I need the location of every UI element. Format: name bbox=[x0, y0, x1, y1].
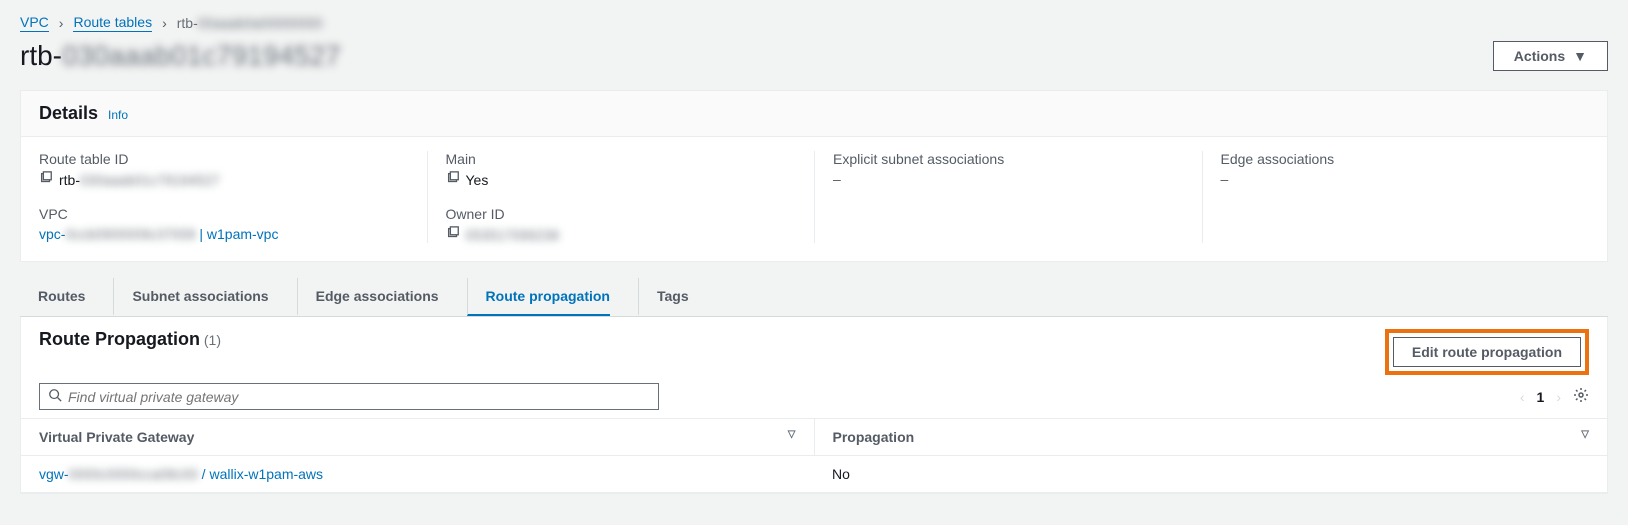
col-vgw-label: Virtual Private Gateway bbox=[39, 429, 194, 445]
vpc-label: VPC bbox=[39, 206, 427, 222]
main-label: Main bbox=[446, 151, 815, 167]
breadcrumb-vpc[interactable]: VPC bbox=[20, 14, 49, 32]
explicit-subnet-value: – bbox=[833, 171, 841, 187]
breadcrumb-current-prefix: rtb- bbox=[177, 15, 198, 31]
edit-route-propagation-button[interactable]: Edit route propagation bbox=[1393, 337, 1581, 367]
breadcrumb-current: rtb-00aaab0a00000000 bbox=[177, 15, 323, 31]
vgw-prefix: vgw- bbox=[39, 466, 69, 482]
tab-edge-associations[interactable]: Edge associations bbox=[297, 278, 439, 316]
tab-tags[interactable]: Tags bbox=[638, 278, 689, 316]
copy-icon[interactable] bbox=[446, 226, 460, 243]
details-col-1: Route table ID rtb-030aaab01c79194527 VP… bbox=[39, 151, 427, 243]
route-propagation-count: (1) bbox=[204, 332, 221, 348]
search-box[interactable] bbox=[39, 383, 659, 410]
tab-subnet-associations[interactable]: Subnet associations bbox=[113, 278, 268, 316]
route-table-id-label: Route table ID bbox=[39, 151, 427, 167]
breadcrumb: VPC › Route tables › rtb-00aaab0a0000000… bbox=[20, 14, 1608, 32]
sort-icon: ▽ bbox=[1581, 429, 1589, 440]
vpc-hidden: 0ccb0900009c37008 bbox=[65, 226, 195, 242]
pager-current: 1 bbox=[1537, 389, 1545, 405]
title-row: rtb-030aaab01c79194527 Actions ▼ bbox=[20, 40, 1608, 72]
breadcrumb-route-tables[interactable]: Route tables bbox=[73, 14, 152, 32]
route-propagation-panel: Route Propagation (1) Edit route propaga… bbox=[20, 317, 1608, 494]
vpc-prefix: vpc- bbox=[39, 226, 65, 242]
details-panel: Details Info Route table ID rtb-030aaab0… bbox=[20, 90, 1608, 262]
col-virtual-private-gateway[interactable]: Virtual Private Gateway ▽ bbox=[21, 419, 814, 456]
route-table-id-hidden: 030aaab01c79194527 bbox=[80, 172, 219, 188]
copy-icon[interactable] bbox=[39, 171, 53, 188]
chevron-right-icon: › bbox=[59, 15, 64, 31]
settings-button[interactable] bbox=[1573, 387, 1589, 406]
pager-next[interactable]: › bbox=[1556, 389, 1561, 405]
search-input[interactable] bbox=[68, 389, 650, 405]
page-title-hidden: 030aaab01c79194527 bbox=[62, 40, 341, 72]
edge-assoc-label: Edge associations bbox=[1221, 151, 1590, 167]
page-title: rtb-030aaab01c79194527 bbox=[20, 40, 341, 72]
route-propagation-title: Route Propagation bbox=[39, 329, 200, 349]
actions-button[interactable]: Actions ▼ bbox=[1493, 41, 1608, 71]
details-grid: Route table ID rtb-030aaab01c79194527 VP… bbox=[21, 137, 1607, 261]
tab-route-propagation[interactable]: Route propagation bbox=[467, 278, 610, 316]
edge-assoc-value: – bbox=[1221, 171, 1229, 187]
table-row: vgw-0000c0000cca08c00 / wallix-w1pam-aws… bbox=[21, 456, 1607, 493]
tabs: Routes Subnet associations Edge associat… bbox=[20, 278, 1608, 317]
breadcrumb-current-hidden: 00aaab0a00000000 bbox=[198, 15, 323, 31]
details-col-2: Main Yes Owner ID 053517099238 bbox=[427, 151, 815, 243]
details-col-3: Explicit subnet associations – bbox=[814, 151, 1202, 243]
owner-id-value: 053517099238 bbox=[466, 227, 559, 243]
owner-id-label: Owner ID bbox=[446, 206, 815, 222]
details-panel-header: Details Info bbox=[21, 91, 1607, 137]
main-value: Yes bbox=[466, 172, 489, 188]
chevron-right-icon: › bbox=[162, 15, 167, 31]
pager: ‹ 1 › bbox=[1520, 387, 1589, 406]
copy-icon[interactable] bbox=[446, 171, 460, 188]
details-col-4: Edge associations – bbox=[1202, 151, 1590, 243]
propagation-value: No bbox=[814, 456, 1607, 493]
caret-down-icon: ▼ bbox=[1573, 48, 1587, 64]
tab-routes[interactable]: Routes bbox=[38, 278, 85, 316]
details-info-link[interactable]: Info bbox=[108, 108, 128, 122]
page-title-prefix: rtb- bbox=[20, 40, 62, 72]
route-propagation-header: Route Propagation (1) Edit route propaga… bbox=[21, 317, 1607, 379]
route-table-id-value: rtb-030aaab01c79194527 bbox=[59, 172, 219, 188]
vpc-link[interactable]: vpc-0ccb0900009c37008 | w1pam-vpc bbox=[39, 226, 278, 242]
sort-icon: ▽ bbox=[788, 429, 796, 440]
actions-button-label: Actions bbox=[1514, 48, 1565, 64]
search-icon bbox=[48, 388, 68, 405]
edit-highlight: Edit route propagation bbox=[1385, 329, 1589, 375]
propagation-table: Virtual Private Gateway ▽ Propagation ▽ … bbox=[21, 418, 1607, 493]
explicit-subnet-label: Explicit subnet associations bbox=[833, 151, 1202, 167]
route-table-id-prefix: rtb- bbox=[59, 172, 80, 188]
col-prop-label: Propagation bbox=[833, 429, 915, 445]
vgw-suffix: / wallix-w1pam-aws bbox=[198, 466, 323, 482]
details-title: Details bbox=[39, 103, 98, 124]
vgw-hidden: 0000c0000cca08c00 bbox=[69, 466, 198, 482]
search-row: ‹ 1 › bbox=[21, 379, 1607, 418]
vpc-suffix: | w1pam-vpc bbox=[195, 226, 278, 242]
vgw-link[interactable]: vgw-0000c0000cca08c00 / wallix-w1pam-aws bbox=[39, 466, 323, 482]
pager-prev[interactable]: ‹ bbox=[1520, 389, 1525, 405]
col-propagation[interactable]: Propagation ▽ bbox=[814, 419, 1607, 456]
